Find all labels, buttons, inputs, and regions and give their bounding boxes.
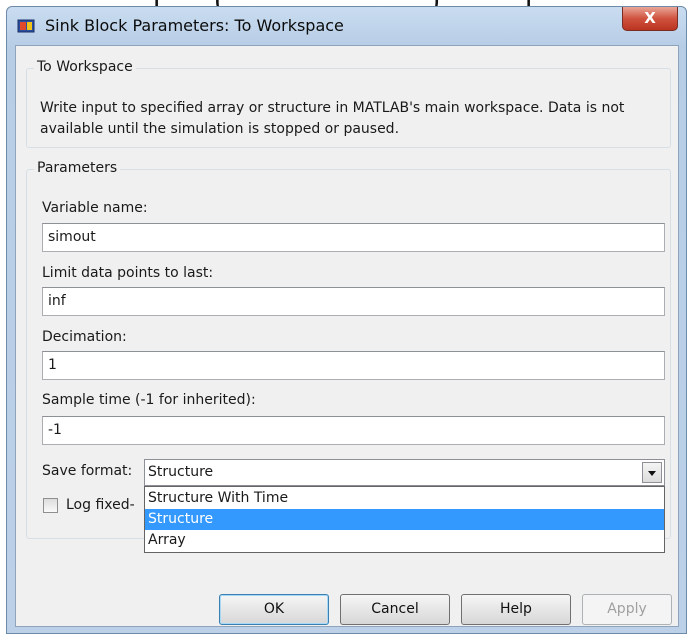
decimation-label: Decimation: <box>42 329 127 345</box>
dialog-client-area: To Workspace Write input to specified ar… <box>15 45 679 627</box>
save-format-label: Save format: <box>42 463 133 479</box>
dropdown-option-structure[interactable]: Structure <box>145 509 664 530</box>
sample-time-label: Sample time (-1 for inherited): <box>42 392 256 408</box>
parameters-group-label: Parameters <box>34 160 121 176</box>
variable-name-label: Variable name: <box>42 200 148 216</box>
dialog-window: Sink Block Parameters: To Workspace X To… <box>6 6 687 634</box>
apply-button[interactable]: Apply <box>582 594 672 625</box>
log-fixed-checkbox[interactable] <box>43 498 58 513</box>
chevron-down-icon[interactable] <box>642 462 662 483</box>
save-format-dropdown-list: Structure With Time Structure Array <box>144 486 665 553</box>
dropdown-option-structure-with-time[interactable]: Structure With Time <box>145 488 664 509</box>
simulink-block-icon <box>17 19 35 33</box>
limit-points-input[interactable]: inf <box>42 287 665 316</box>
variable-name-input[interactable]: simout <box>42 223 665 252</box>
block-group-label: To Workspace <box>34 59 136 75</box>
cancel-button[interactable]: Cancel <box>340 594 450 625</box>
save-format-value: Structure <box>148 464 214 480</box>
block-description: Write input to specified array or struct… <box>40 100 625 137</box>
ok-button[interactable]: OK <box>219 594 329 625</box>
decimation-input[interactable]: 1 <box>42 351 665 380</box>
dropdown-option-array[interactable]: Array <box>145 530 664 551</box>
window-title: Sink Block Parameters: To Workspace <box>45 16 344 35</box>
log-fixed-label: Log fixed- <box>66 497 135 513</box>
save-format-select[interactable]: Structure <box>144 459 665 486</box>
help-button[interactable]: Help <box>461 594 571 625</box>
close-button[interactable]: X <box>622 7 678 31</box>
sample-time-input[interactable]: -1 <box>42 416 665 445</box>
title-bar: Sink Block Parameters: To Workspace X <box>7 7 686 45</box>
limit-points-label: Limit data points to last: <box>42 265 214 281</box>
